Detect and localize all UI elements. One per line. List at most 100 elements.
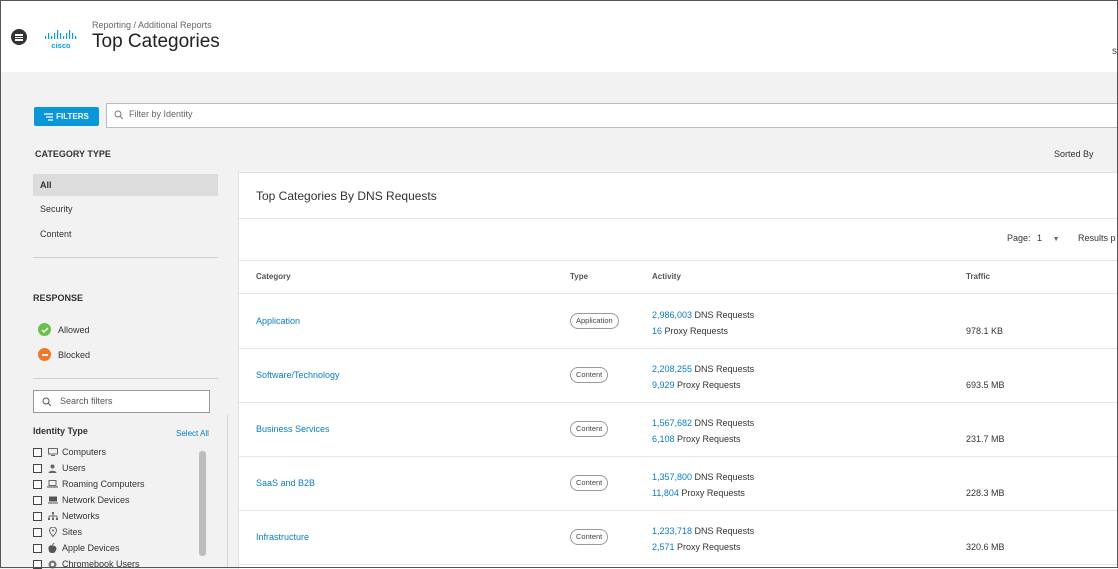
- dns-count-link[interactable]: 2,986,003: [652, 310, 692, 320]
- table-row[interactable]: SaaS and B2B Content 1,357,800 DNS Request…: [239, 456, 1118, 511]
- divider: [33, 257, 218, 258]
- search-icon: [42, 397, 52, 407]
- caret-down-icon[interactable]: ▼: [1053, 236, 1060, 243]
- response-blocked[interactable]: Blocked: [38, 348, 90, 361]
- proxy-count-link[interactable]: 9,929: [652, 380, 675, 390]
- identity-type-computers[interactable]: Computers: [33, 447, 106, 457]
- identity-filter-box[interactable]: [106, 103, 1118, 128]
- category-link[interactable]: Infrastructure: [256, 532, 309, 542]
- select-all-link[interactable]: Select All: [176, 429, 209, 438]
- proxy-suffix: Proxy Requests: [674, 542, 741, 552]
- category-link[interactable]: Business Services: [256, 424, 330, 434]
- category-link[interactable]: Application: [256, 316, 300, 326]
- identity-type-apple-devices[interactable]: Apple Devices: [33, 543, 120, 553]
- category-type-security[interactable]: Security: [33, 198, 218, 220]
- proxy-count-link[interactable]: 16: [652, 326, 662, 336]
- response-heading: RESPONSE: [33, 293, 84, 303]
- category-type-content[interactable]: Content: [33, 223, 218, 245]
- identity-filter-input[interactable]: [127, 108, 1031, 120]
- traffic-value: 693.5 MB: [966, 380, 1005, 390]
- proxy-suffix: Proxy Requests: [662, 326, 729, 336]
- laptop-icon: [47, 480, 58, 488]
- response-allowed[interactable]: Allowed: [38, 323, 90, 336]
- search-filters-input[interactable]: [58, 395, 202, 407]
- identity-type-label: Sites: [62, 527, 83, 537]
- divider: [239, 260, 1118, 261]
- proxy-suffix: Proxy Requests: [678, 488, 745, 498]
- type-badge: Application: [570, 313, 619, 329]
- category-link[interactable]: Software/Technology: [256, 370, 340, 380]
- menu-icon[interactable]: [11, 29, 27, 45]
- type-badge: Content: [570, 421, 609, 437]
- category-type-all[interactable]: All: [33, 174, 218, 196]
- filters-button[interactable]: FILTERS: [34, 107, 99, 126]
- dns-count-link[interactable]: 1,357,800: [652, 472, 692, 482]
- blocked-circle-icon: [38, 348, 51, 361]
- check-circle-icon: [38, 323, 51, 336]
- identity-type-label: Users: [62, 463, 86, 473]
- identity-type-network-devices[interactable]: Network Devices: [33, 495, 130, 505]
- dns-count-link[interactable]: 1,233,718: [652, 526, 692, 536]
- table-row[interactable]: Business Services Content 1,567,682 DNS Re…: [239, 402, 1118, 457]
- proxy-requests: 9,929 Proxy Requests: [652, 380, 741, 390]
- user-icon: [47, 464, 58, 473]
- proxy-count-link[interactable]: 11,804: [652, 488, 679, 498]
- filters-button-label: FILTERS: [56, 112, 89, 121]
- apple-icon: [47, 543, 58, 553]
- identity-type-users[interactable]: Users: [33, 463, 86, 473]
- dns-suffix: DNS Requests: [692, 526, 755, 536]
- chrome-icon: [47, 560, 58, 569]
- breadcrumb[interactable]: Reporting / Additional Reports: [92, 20, 212, 30]
- checkbox[interactable]: [33, 543, 42, 553]
- checkbox[interactable]: [33, 559, 42, 569]
- identity-type-networks[interactable]: Networks: [33, 511, 100, 521]
- col-header-type[interactable]: Type: [570, 272, 588, 281]
- dns-count-link[interactable]: 2,208,255: [652, 364, 692, 374]
- dns-count-link[interactable]: 1,567,682: [652, 418, 692, 428]
- col-header-traffic[interactable]: Traffic: [966, 272, 990, 281]
- search-filters-box[interactable]: [33, 390, 210, 413]
- sorted-by-label[interactable]: Sorted By: [1054, 149, 1094, 159]
- identity-type-heading: Identity Type: [33, 426, 88, 436]
- cisco-logo[interactable]: cisco: [44, 30, 80, 50]
- traffic-value: 231.7 MB: [966, 434, 1005, 444]
- dns-requests: 2,208,255 DNS Requests: [652, 364, 754, 374]
- network-icon: [47, 511, 58, 521]
- header-user-truncated[interactable]: s: [1112, 46, 1117, 57]
- filters-scrollbar[interactable]: [199, 451, 206, 556]
- dns-requests: 1,233,718 DNS Requests: [652, 526, 754, 536]
- identity-type-sites[interactable]: Sites: [33, 527, 82, 537]
- col-header-category[interactable]: Category: [256, 272, 291, 281]
- results-per-page-label[interactable]: Results p: [1078, 233, 1116, 243]
- dns-requests: 1,567,682 DNS Requests: [652, 418, 754, 428]
- category-type-heading: CATEGORY TYPE: [35, 149, 111, 159]
- checkbox[interactable]: [33, 479, 42, 489]
- dns-suffix: DNS Requests: [692, 310, 755, 320]
- checkbox[interactable]: [33, 463, 42, 473]
- traffic-value: 320.6 MB: [966, 542, 1005, 552]
- pagination-page[interactable]: Page: 1 ▼: [1007, 233, 1060, 243]
- identity-type-label: Computers: [62, 447, 107, 457]
- proxy-suffix: Proxy Requests: [674, 380, 741, 390]
- dns-suffix: DNS Requests: [692, 364, 755, 374]
- category-link[interactable]: SaaS and B2B: [256, 478, 315, 488]
- table-row[interactable]: Application Application 2,986,003 DNS Requ…: [239, 294, 1118, 349]
- identity-type-label: Roaming Computers: [62, 479, 145, 489]
- col-header-activity[interactable]: Activity: [652, 272, 681, 281]
- identity-type-label: Networks: [62, 511, 100, 521]
- table-row[interactable]: Software/Technology Content 2,208,255 DNS …: [239, 348, 1118, 403]
- proxy-count-link[interactable]: 6,108: [652, 434, 675, 444]
- page-title: Top Categories: [92, 31, 220, 52]
- type-badge: Content: [570, 529, 609, 545]
- table-row[interactable]: Infrastructure Content 1,233,718 DNS Reque…: [239, 510, 1118, 565]
- identity-type-roaming-computers[interactable]: Roaming Computers: [33, 479, 145, 489]
- checkbox[interactable]: [33, 527, 42, 537]
- checkbox[interactable]: [33, 447, 42, 457]
- checkbox[interactable]: [33, 495, 42, 505]
- proxy-requests: 2,571 Proxy Requests: [652, 542, 741, 552]
- proxy-count-link[interactable]: 2,571: [652, 542, 675, 552]
- response-allowed-label: Allowed: [58, 324, 90, 335]
- checkbox[interactable]: [33, 511, 42, 521]
- dns-suffix: DNS Requests: [692, 472, 755, 482]
- type-badge: Content: [570, 475, 609, 491]
